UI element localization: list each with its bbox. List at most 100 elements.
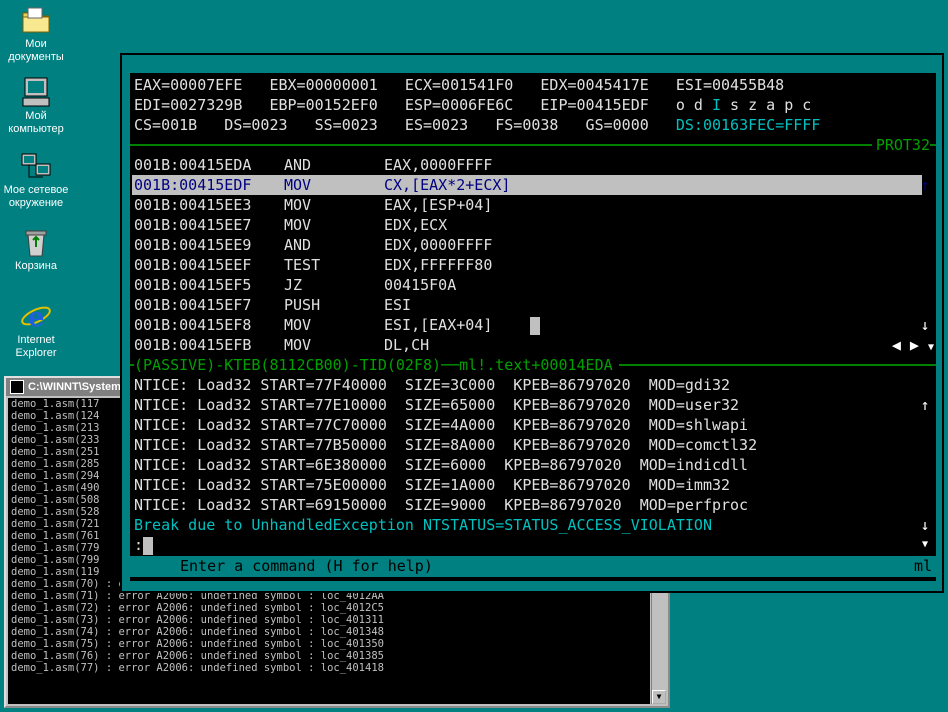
code-address: 001B:00415EE3 [134,196,252,214]
code-line[interactable]: 001B:00415EF8 MOV ESI,[EAX+04] [134,315,492,335]
code-operands: ESI,[EAX+04] [384,316,493,334]
desktop-icon-label: Корзина [15,260,57,272]
code-address: 001B:00415EE7 [134,216,252,234]
code-opcode: AND [284,236,312,254]
scroll-down-icon[interactable]: ▼ [652,690,666,704]
code-address: 001B:00415EF7 [134,296,252,314]
current-module: ml [913,557,932,575]
code-line[interactable]: 001B:00415EE9 AND EDX,0000FFFF [134,235,492,255]
flag-s: s [730,96,740,114]
code-line[interactable]: 001B:00415EF7 PUSH ESI [134,295,411,315]
network-icon [20,150,52,182]
code-operands: DL,CH [384,336,430,354]
console-line: demo_1.asm(74) : error A2006: undefined … [11,626,384,638]
log-scroll-down-icon[interactable]: ↓ [918,515,932,535]
code-line[interactable]: 001B:00415EE3 MOV EAX,[ESP+04] [134,195,492,215]
desktop-icon-network[interactable]: Мое сетевое окружение [0,150,74,210]
registers-line-1: EAX=00007EFE EBX=00000001 ECX=001541F0 E… [134,76,785,94]
code-operands: CX,[EAX*2+ECX] [384,176,511,194]
code-scroll-down-icon[interactable]: ↓ [918,315,932,335]
flag-i: I [711,96,722,114]
code-address: 001B:00415EDA [134,156,252,174]
code-line[interactable]: 001B:00415EDF MOV CX,[EAX*2+ECX] [134,175,510,195]
console-icon [10,380,24,394]
desktop-icon-recycle-bin[interactable]: Корзина [0,226,74,273]
console-title: C:\WINNT\System [28,381,121,393]
desktop-icon-my-documents[interactable]: Мои документы [0,4,74,64]
code-scroll-up-icon[interactable]: ↑ [918,175,932,195]
log-line: NTICE: Load32 START=6E380000 SIZE=6000 K… [134,456,749,474]
code-opcode: MOV [284,216,312,234]
code-operands: EAX,0000FFFF [384,156,493,174]
code-line[interactable]: 001B:00415EDA AND EAX,0000FFFF [134,155,492,175]
code-address: 001B:00415EDF [134,176,252,194]
register-code-separator: PROT32 [130,135,936,155]
prompt-scroll-icon[interactable]: ▼ [918,535,932,555]
code-address: 001B:00415EF8 [134,316,252,334]
softice-screen: EAX=00007EFE EBX=00000001 ECX=001541F0 E… [130,73,936,581]
log-scroll-up-icon[interactable]: ↑ [918,395,932,415]
console-line: demo_1.asm(76) : error A2006: undefined … [11,650,384,662]
help-bar: Enter a command (H for help) ml [130,556,936,577]
log-line: NTICE: Load32 START=77F40000 SIZE=3C000 … [134,376,731,394]
help-text: Enter a command (H for help) [180,557,433,575]
ds-address: DS:00163FEC=FFFF [675,116,821,134]
prompt-cursor [143,536,154,555]
status-line: (PASSIVE)-KTEB(8112CB00)-TID(02F8)──ml!.… [134,355,619,375]
prompt-char: : [134,536,144,554]
code-operands: EDX,0000FFFF [384,236,493,254]
code-operands: EDX,FFFFFF80 [384,256,493,274]
desktop-icon-label: Мой компьютер [8,110,64,135]
code-opcode: PUSH [284,296,321,314]
mode-tag: PROT32 [871,135,930,155]
log-line: NTICE: Load32 START=77B50000 SIZE=8A000 … [134,436,758,454]
desktop-icon-label: Мое сетевое окружение [3,184,69,209]
code-opcode: MOV [284,336,312,354]
code-address: 001B:00415EF5 [134,276,252,294]
registers-line-2: EDI=0027329B EBP=00152EF0 ESP=0006FE6C E… [134,95,811,115]
console-line: demo_1.asm(77) : error A2006: undefined … [11,662,384,674]
log-line: NTICE: Load32 START=75E00000 SIZE=1A000 … [134,476,731,494]
ie-icon: e [20,300,52,333]
code-line[interactable]: 001B:00415EEF TEST EDX,FFFFFF80 [134,255,492,275]
recycle-bin-icon [20,226,52,258]
log-line: NTICE: Load32 START=77E10000 SIZE=65000 … [134,396,740,414]
code-opcode: MOV [284,316,312,334]
computer-icon [20,76,52,108]
code-opcode: MOV [284,176,312,194]
registers-line-3: CS=001B DS=0023 SS=0023 ES=0023 FS=0038 … [134,115,820,135]
console-line: demo_1.asm(73) : error A2006: undefined … [11,614,384,626]
break-message: Break due to UnhandledException NTSTATUS… [134,516,712,534]
code-opcode: AND [284,156,312,174]
code-address: 001B:00415EEF [134,256,252,274]
desktop-icon-my-computer[interactable]: Мой компьютер [0,76,74,136]
code-opcode: MOV [284,196,312,214]
log-line: NTICE: Load32 START=77C70000 SIZE=4A000 … [134,416,749,434]
segment-registers: CS=001B DS=0023 SS=0023 ES=0023 FS=0038 … [134,116,649,134]
code-line[interactable]: 001B:00415EF5 JZ 00415F0A [134,275,456,295]
desktop-icon-label: Мои документы [8,38,64,63]
log-line: NTICE: Load32 START=69150000 SIZE=9000 K… [134,496,749,514]
code-opcode: TEST [284,256,321,274]
flags-tail: z a p c [748,96,812,114]
console-line: demo_1.asm(75) : error A2006: undefined … [11,638,384,650]
svg-text:e: e [28,303,45,332]
desktop-icon-internet-explorer[interactable]: e Internet Explorer [0,300,74,360]
code-operands: EAX,[ESP+04] [384,196,493,214]
folder-icon [20,4,52,36]
code-address: 001B:00415EE9 [134,236,252,254]
code-operands: EDX,ECX [384,216,448,234]
softice-window[interactable]: EAX=00007EFE EBX=00000001 ECX=001541F0 E… [120,53,944,593]
code-address: 001B:00415EFB [134,336,252,354]
code-opcode: JZ [284,276,303,294]
status-separator: (PASSIVE)-KTEB(8112CB00)-TID(02F8)──ml!.… [130,355,936,375]
code-line[interactable]: 001B:00415EFB MOV DL,CH [134,335,429,355]
code-operands: ESI [384,296,412,314]
code-operands: 00415F0A [384,276,457,294]
command-prompt[interactable]: : [134,535,154,555]
desktop-icon-label: Internet Explorer [15,334,57,359]
console-line: demo_1.asm(72) : error A2006: undefined … [11,602,384,614]
text-cursor [530,315,540,335]
registers-line-2-text: EDI=0027329B EBP=00152EF0 ESP=0006FE6C E… [134,96,703,114]
code-line[interactable]: 001B:00415EE7 MOV EDX,ECX [134,215,447,235]
